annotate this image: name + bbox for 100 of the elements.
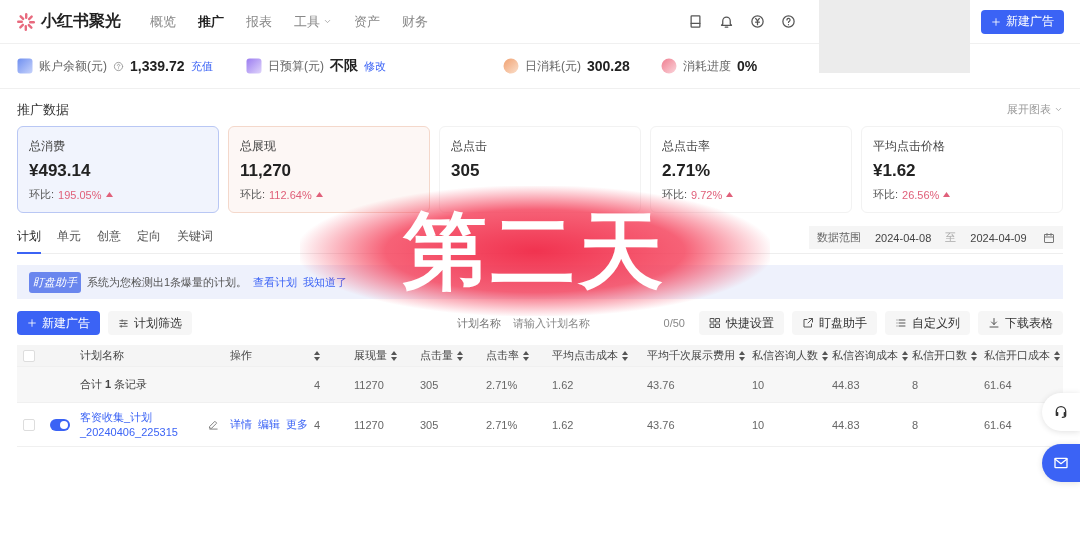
table-cell-text: 11270: [354, 418, 385, 431]
external-link-icon: [802, 317, 814, 329]
change-value: 195.05%: [58, 188, 102, 201]
table-cell-text: 10: [752, 378, 766, 391]
change-label: 环比:: [873, 187, 899, 202]
metric-card[interactable]: 总点击率 2.71% 环比: 9.72%: [650, 126, 852, 213]
toolbar-button[interactable]: 盯盘助手: [792, 311, 877, 335]
metric-card[interactable]: 平均点击价格 ¥1.62 环比: 26.56%: [861, 126, 1063, 213]
toolbar-button[interactable]: 自定义列: [885, 311, 970, 335]
metric-label: 总展现: [240, 138, 277, 155]
stat-icon: [246, 58, 262, 74]
filter-button[interactable]: 计划筛选: [108, 311, 192, 335]
stat-label: 日预算(元): [268, 57, 324, 75]
download-icon: [988, 317, 1000, 329]
sort-icon[interactable]: [523, 350, 529, 361]
bell-icon: [719, 14, 734, 29]
metric-value: ¥493.14: [29, 161, 92, 181]
nav-item[interactable]: 报表: [246, 12, 272, 31]
change-label: 环比:: [29, 187, 55, 202]
alert-link[interactable]: 查看计划: [253, 274, 298, 290]
toolbar-button[interactable]: 快捷设置: [699, 311, 784, 335]
search-label: 计划名称: [457, 315, 501, 331]
table-cell-text: 8: [912, 418, 920, 431]
nav-item[interactable]: 资产: [354, 12, 380, 31]
tab[interactable]: 创意: [97, 221, 121, 254]
toolbar-button[interactable]: 下载表格: [978, 311, 1063, 335]
sort-icon[interactable]: [739, 350, 745, 361]
up-triangle-icon: [726, 192, 734, 197]
row-action-link[interactable]: 更多: [286, 417, 308, 432]
table-cell-text: 1.62: [552, 418, 575, 431]
column-header[interactable]: 私信开口数: [912, 348, 984, 363]
select-all-checkbox[interactable]: [23, 349, 35, 362]
tablet-icon: [688, 14, 703, 29]
sort-icon[interactable]: [457, 350, 463, 361]
metric-label: 平均点击价格: [873, 138, 946, 155]
date-range-picker[interactable]: 数据范围 2024-04-08 至 2024-04-09: [809, 226, 1063, 249]
stat-value: 0%: [737, 58, 758, 74]
stat-icon: [503, 58, 519, 74]
table-cell-text: 305: [420, 418, 440, 431]
metric-label: 总点击率: [662, 138, 711, 155]
new-ad-button[interactable]: 新建广告: [17, 311, 100, 335]
sort-icon[interactable]: [822, 350, 828, 361]
column-header[interactable]: 平均点击成本: [552, 348, 647, 363]
nav-item[interactable]: 财务: [402, 12, 428, 31]
table-cell-text: 43.76: [647, 418, 676, 431]
column-header[interactable]: 私信咨询人数: [752, 348, 832, 363]
metric-card[interactable]: 总消费 ¥493.14 环比: 195.05%: [17, 126, 219, 213]
column-header[interactable]: 私信咨询成本: [832, 348, 912, 363]
tab[interactable]: 单元: [57, 221, 81, 254]
sort-icon[interactable]: [1054, 350, 1060, 361]
column-header[interactable]: 平均千次展示费用: [647, 348, 752, 363]
nav-item[interactable]: 工具: [294, 12, 332, 31]
metric-value: ¥1.62: [873, 161, 917, 181]
stat-value: 300.28: [587, 58, 630, 74]
sort-icon[interactable]: [622, 350, 628, 361]
message-button[interactable]: [1042, 444, 1080, 482]
metric-value: 11,270: [240, 161, 293, 181]
sort-icon[interactable]: [902, 350, 908, 361]
metric-value: 2.71%: [662, 161, 712, 181]
tab[interactable]: 计划: [17, 221, 41, 254]
nav-item[interactable]: 推广: [198, 12, 224, 31]
column-header[interactable]: 展现量: [354, 348, 420, 363]
nav-item[interactable]: 概览: [150, 12, 176, 31]
pencil-icon: [208, 419, 219, 430]
table-cell-text: 61.64: [984, 418, 1013, 431]
logo-icon: [16, 11, 36, 32]
stat-value: 不限: [330, 57, 358, 75]
sort-icon[interactable]: [391, 350, 397, 361]
plan-name-link[interactable]: 客资收集_计划_20240406_225315: [80, 409, 202, 440]
search-input[interactable]: 请输入计划名称: [511, 316, 654, 330]
change-value: 26.56%: [902, 188, 940, 201]
alert-link[interactable]: 我知道了: [303, 274, 348, 290]
stat-icon: [17, 58, 33, 74]
column-header[interactable]: 点击量: [420, 348, 486, 363]
tab[interactable]: 关键词: [177, 221, 213, 254]
headset-icon: [1053, 404, 1069, 420]
table-cell-text: 11270: [354, 378, 385, 391]
sort-icon[interactable]: [314, 350, 320, 361]
metric-label: 总点击: [451, 138, 488, 155]
table-cell-text: 61.64: [984, 378, 1013, 391]
table-cell-text: 8: [912, 378, 920, 391]
row-checkbox[interactable]: [23, 418, 35, 431]
stat-label: 日消耗(元): [525, 57, 581, 75]
toggle-switch[interactable]: [50, 418, 70, 431]
row-action-link[interactable]: 详情: [230, 417, 252, 432]
sliders-icon: [118, 317, 129, 329]
column-header[interactable]: 点击率: [486, 348, 552, 363]
grid-icon: [709, 317, 721, 329]
row-action-link[interactable]: 编辑: [258, 417, 280, 432]
new-ad-button[interactable]: 新建广告: [981, 9, 1064, 34]
sort-icon[interactable]: [971, 350, 977, 361]
yen-icon: [750, 14, 765, 29]
stat-link[interactable]: 修改: [364, 58, 386, 74]
support-button[interactable]: [1042, 393, 1080, 431]
stat-link[interactable]: 充值: [190, 58, 213, 74]
tab[interactable]: 定向: [137, 221, 161, 254]
alert-message: 系统为您检测出1条爆量的计划。: [87, 274, 248, 290]
table-cell-text: 1.62: [552, 378, 575, 391]
column-header[interactable]: 私信开口成本: [984, 348, 1064, 363]
character-counter: 0/50: [663, 317, 685, 329]
